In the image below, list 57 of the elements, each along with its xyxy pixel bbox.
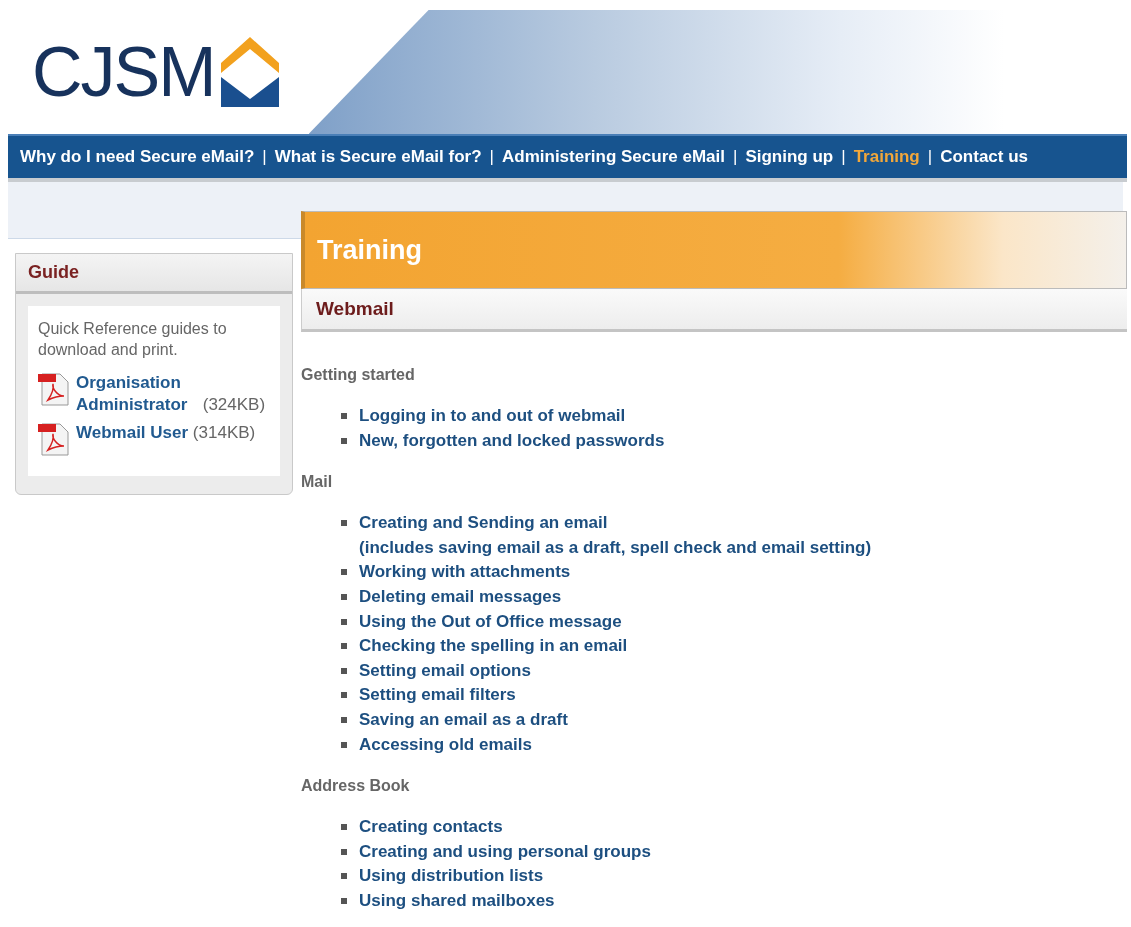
topic-link[interactable]: Accessing old emails	[359, 732, 532, 758]
bullet-icon	[341, 848, 347, 855]
nav-separator: |	[927, 147, 933, 167]
nav-link[interactable]: Contact us	[940, 147, 1029, 167]
pdf-icon	[38, 372, 70, 406]
topic-link[interactable]: New, forgotten and locked passwords	[359, 428, 665, 454]
bullet-icon	[341, 692, 347, 699]
nav-link[interactable]: What is Secure eMail for?	[274, 147, 482, 167]
file-size: (324KB)	[202, 395, 266, 414]
bullet-icon	[341, 413, 347, 419]
logo-text: CJSM	[32, 37, 215, 107]
nav-link[interactable]: Administering Secure eMail	[502, 147, 725, 167]
topic-link[interactable]: Checking the spelling in an email	[359, 634, 628, 659]
topic-link[interactable]: Using shared mailboxes	[359, 888, 555, 914]
nav-separator: |	[841, 147, 846, 167]
bullet-icon	[341, 520, 347, 527]
topic-link[interactable]: Setting email filters	[359, 683, 516, 708]
topic-link[interactable]: Working with attachments	[359, 560, 571, 585]
bullet-icon	[341, 824, 347, 831]
intro-text: Quick Reference guides to download and print.	[38, 319, 228, 360]
nav-link[interactable]: Signing up	[745, 147, 834, 167]
section-title: Webmail	[316, 298, 394, 320]
group-heading: Address Book	[301, 777, 411, 796]
bullet-icon	[341, 741, 347, 748]
topic-link[interactable]: Setting email options	[359, 658, 531, 684]
bullet-icon	[341, 897, 347, 904]
topic-link[interactable]: Creating and Sending an email	[359, 511, 872, 536]
bullet-icon	[341, 667, 347, 674]
topic-link[interactable]: Saving an email as a draft	[359, 707, 568, 733]
nav-separator: |	[489, 147, 494, 167]
panel-title: Guide	[16, 254, 292, 294]
topic-link[interactable]: Using the Out of Office message	[359, 609, 622, 635]
download-link[interactable]: Organisation Administrator	[76, 372, 198, 416]
topic-link[interactable]: Deleting email messages	[359, 584, 562, 610]
nav-link[interactable]: Why do I need Secure eMail?	[20, 147, 255, 167]
bullet-icon	[341, 716, 347, 723]
nav-separator: |	[262, 147, 267, 167]
page-title: Training	[317, 234, 422, 266]
pdf-icon	[38, 422, 70, 456]
bullet-icon	[341, 643, 347, 650]
topic-link[interactable]: Logging in to and out of webmail	[359, 404, 626, 429]
topic-link[interactable]: Using distribution lists	[359, 864, 544, 889]
nav-separator: |	[732, 147, 738, 167]
topic-note: (includes saving email as a draft, spell check and email setting)	[359, 536, 872, 559]
bullet-icon	[341, 437, 347, 444]
group-heading: Getting started	[301, 366, 416, 384]
topic-link[interactable]: Creating contacts	[359, 815, 503, 840]
file-size: (314KB)	[192, 423, 256, 442]
topic-link[interactable]: Creating and using personal groups	[359, 839, 651, 865]
bullet-icon	[341, 618, 347, 625]
group-heading: Mail	[301, 473, 334, 492]
nav-link[interactable]: Training	[853, 147, 920, 167]
bullet-icon	[341, 873, 347, 880]
bullet-icon	[341, 569, 347, 576]
download-link[interactable]: Webmail User	[76, 422, 189, 444]
house-logo-icon	[220, 37, 279, 107]
bullet-icon	[341, 593, 347, 600]
